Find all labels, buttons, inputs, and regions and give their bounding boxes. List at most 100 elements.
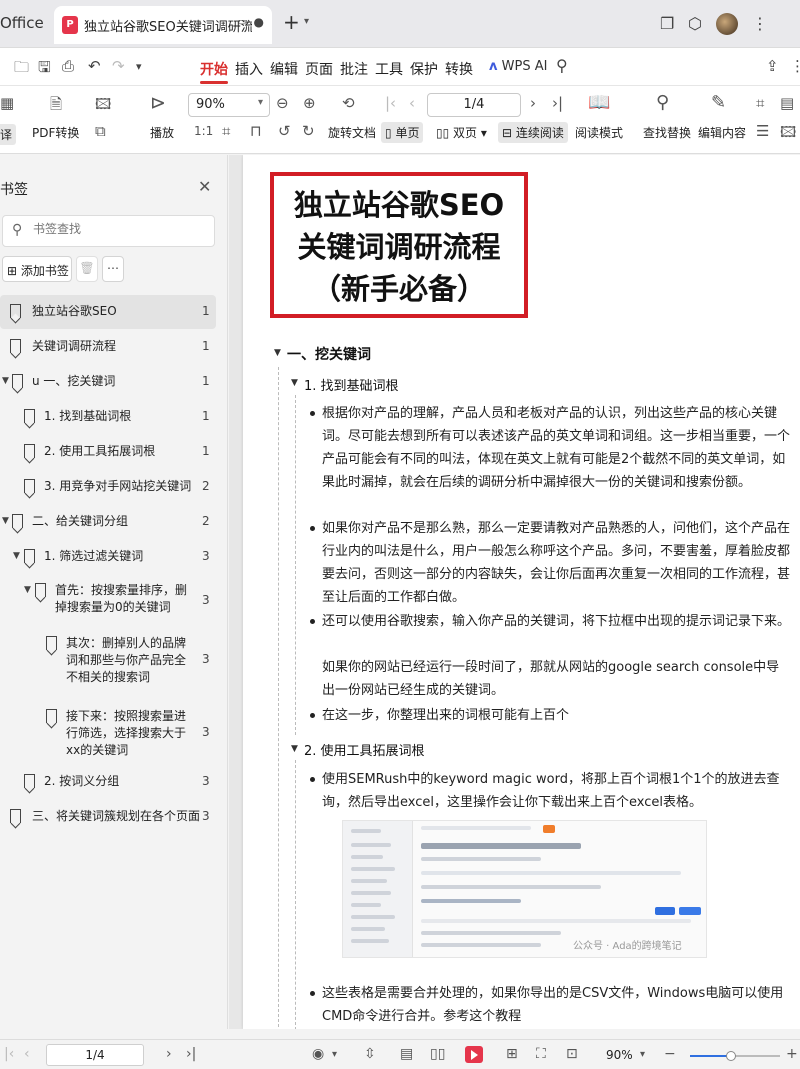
find-icon[interactable]: ⚲ xyxy=(656,92,669,113)
chevron-down-icon[interactable]: ▾ xyxy=(136,60,142,73)
expand-arrow-icon[interactable]: ▼ xyxy=(2,376,9,386)
next-page-icon[interactable]: › xyxy=(166,1046,172,1062)
bookmark-item[interactable]: ▼ u 一、挖关键词 1 xyxy=(0,365,216,399)
bookmark-item[interactable]: 1. 找到基础词根 1 xyxy=(0,400,216,434)
menu-item-convert[interactable]: 转换 xyxy=(445,59,473,79)
zoom-slider-knob[interactable] xyxy=(725,1051,736,1061)
pdf-convert-button[interactable]: PDF转换 xyxy=(32,124,79,141)
play-icon[interactable] xyxy=(465,1046,483,1063)
first-page-icon[interactable]: |‹ xyxy=(4,1046,14,1062)
more-options-button[interactable]: ⋯ xyxy=(102,256,124,282)
image-convert-icon[interactable]: 🖾 xyxy=(95,94,111,119)
save-icon[interactable]: 🖫 xyxy=(38,57,51,82)
prev-page-icon[interactable]: ‹ xyxy=(409,94,415,112)
menu-item-edit[interactable]: 编辑 xyxy=(270,59,298,79)
edit-content-icon[interactable]: ✎ xyxy=(711,92,726,113)
chevron-down-icon[interactable]: ▾ xyxy=(640,1049,645,1060)
more-icon[interactable]: ⋮ xyxy=(790,57,800,75)
zoom-in-icon[interactable]: + xyxy=(786,1046,798,1062)
redo-icon[interactable]: ↷ xyxy=(112,57,125,75)
find-replace-button[interactable]: 查找替换 xyxy=(643,124,691,141)
add-bookmark-button[interactable]: ⊞ 添加书签 xyxy=(2,256,72,282)
bookmark-item[interactable]: ▼ 首先：按搜索量排序，删掉搜索量为0的关键词 3 xyxy=(0,577,216,625)
cube-icon[interactable]: ⬡ xyxy=(688,14,702,33)
expand-arrow-icon[interactable]: ▼ xyxy=(13,551,20,561)
prev-page-icon[interactable]: ‹ xyxy=(24,1046,30,1062)
eye-icon[interactable]: ◉ xyxy=(312,1046,324,1062)
menu-item-page[interactable]: 页面 xyxy=(305,59,333,79)
close-icon[interactable]: ● xyxy=(254,15,264,29)
rotate-icon[interactable]: ⟲ xyxy=(342,94,355,112)
last-page-icon[interactable]: ›| xyxy=(186,1046,196,1062)
folder-icon[interactable]: 🗀 xyxy=(14,57,29,82)
expand-arrow-icon[interactable]: ▼ xyxy=(2,516,9,526)
last-page-icon[interactable]: ›| xyxy=(552,94,563,112)
menu-item-insert[interactable]: 插入 xyxy=(235,59,263,79)
play-icon[interactable]: ⊳ xyxy=(150,92,166,114)
zoom-in-icon[interactable]: ⊕ xyxy=(303,94,316,112)
avatar[interactable] xyxy=(716,13,738,35)
thumbnail-icon[interactable]: ⊞ xyxy=(506,1046,518,1062)
fullscreen-icon[interactable]: ⛶ xyxy=(536,1046,546,1062)
expand-arrow-icon[interactable]: ▼ xyxy=(24,585,31,595)
bookmark-item[interactable]: 其次：删掉别人的品牌词和那些与你产品完全不相关的搜索词 3 xyxy=(0,630,216,690)
partial-tool-label[interactable]: 译 xyxy=(0,124,17,145)
status-page-input[interactable]: 1/4 xyxy=(46,1044,144,1066)
rotate-right-icon[interactable]: ↻ xyxy=(302,122,315,140)
actual-size-icon[interactable]: 1:1 xyxy=(194,124,213,138)
read-mode-button[interactable]: 阅读模式 xyxy=(575,124,623,141)
search-icon[interactable]: ⚲ xyxy=(556,56,568,75)
bookmark-search[interactable]: ⚲ xyxy=(2,215,215,247)
fit-width-icon[interactable]: ⊓ xyxy=(250,122,262,140)
new-tab-icon[interactable]: + xyxy=(283,10,300,34)
fit-window-icon[interactable]: ⊡ xyxy=(566,1046,578,1062)
monitor-icon[interactable]: ▭ xyxy=(238,15,248,28)
word-convert-icon[interactable]: 🗎 xyxy=(50,94,62,119)
bookmark-item[interactable]: 接下来：按照搜索量进行筛选，选择搜索大于xx的关键词 3 xyxy=(0,703,216,763)
document-tab[interactable]: P 独立站谷歌SEO关键词调研流程 ▭ ● xyxy=(54,6,272,44)
fit-page-icon[interactable]: ⌗ xyxy=(222,122,230,140)
delete-bookmark-button[interactable]: 🗑 xyxy=(76,256,98,282)
form-icon[interactable]: ☰ xyxy=(756,122,769,140)
window-controls-icon[interactable]: ⋮ xyxy=(752,14,768,33)
bookmark-search-input[interactable] xyxy=(33,222,203,236)
window-copy-icon[interactable]: ❐ xyxy=(660,14,674,33)
menu-item-protect[interactable]: 保护 xyxy=(410,59,438,79)
zoom-percent[interactable]: 90% xyxy=(606,1048,633,1062)
zoom-slider[interactable] xyxy=(690,1051,780,1061)
bookmark-item[interactable]: 2. 按词义分组 3 xyxy=(0,765,216,799)
first-page-icon[interactable]: |‹ xyxy=(385,94,396,112)
collapse-arrow-icon[interactable]: ▼ xyxy=(291,744,298,754)
text-box-icon[interactable]: ▤ xyxy=(780,94,794,112)
image-icon[interactable]: 🖾 xyxy=(780,122,796,147)
crop-icon[interactable]: ⌗ xyxy=(756,94,764,112)
print-icon[interactable]: ⎙ xyxy=(62,57,74,75)
book-icon[interactable]: 📖 xyxy=(588,92,610,113)
bookmark-item[interactable]: 2. 使用工具拓展词根 1 xyxy=(0,435,216,469)
double-page-icon[interactable]: ▯▯ xyxy=(430,1046,445,1062)
menu-item-comment[interactable]: 批注 xyxy=(340,59,368,79)
single-page-icon[interactable]: ▤ xyxy=(400,1046,413,1062)
menu-item-home[interactable]: 开始 xyxy=(200,59,228,79)
bookmark-item[interactable]: 3. 用竞争对手网站挖关键词 2 xyxy=(0,470,216,504)
rotate-left-icon[interactable]: ↺ xyxy=(278,122,291,140)
grid-icon[interactable]: ▦ xyxy=(0,94,14,112)
bookmark-item[interactable]: 独立站谷歌SEO 1 xyxy=(0,295,216,329)
zoom-out-icon[interactable]: ⊖ xyxy=(276,94,289,112)
collapse-arrow-icon[interactable]: ▼ xyxy=(274,348,281,358)
bookmark-item[interactable]: 关键词调研流程 1 xyxy=(0,330,216,364)
play-button[interactable]: 播放 xyxy=(150,124,174,141)
document-viewport[interactable]: 独立站谷歌SEO 关键词调研流程 （新手必备） ▼ 一、挖关键词 ▼ 1. 找到… xyxy=(229,155,800,1029)
bookmark-item[interactable]: ▼ 二、给关键词分组 2 xyxy=(0,505,216,539)
chevron-down-icon[interactable]: ▾ xyxy=(304,16,309,27)
zoom-select[interactable]: 90% ▾ xyxy=(188,93,270,117)
copy-format-icon[interactable]: ⧉ xyxy=(95,122,106,140)
bookmark-item[interactable]: ▼ 1. 筛选过滤关键词 3 xyxy=(0,540,216,574)
zoom-out-icon[interactable]: − xyxy=(664,1046,676,1062)
page-number-input[interactable]: 1/4 xyxy=(427,93,521,117)
next-page-icon[interactable]: › xyxy=(530,94,536,112)
double-page-button[interactable]: ▯▯ 双页 ▾ xyxy=(436,124,487,141)
bookmark-item[interactable]: 三、将关键词簇规划在各个页面 3 xyxy=(0,800,216,834)
fit-height-icon[interactable]: ⇳ xyxy=(364,1046,376,1062)
chevron-down-icon[interactable]: ▾ xyxy=(332,1049,337,1060)
